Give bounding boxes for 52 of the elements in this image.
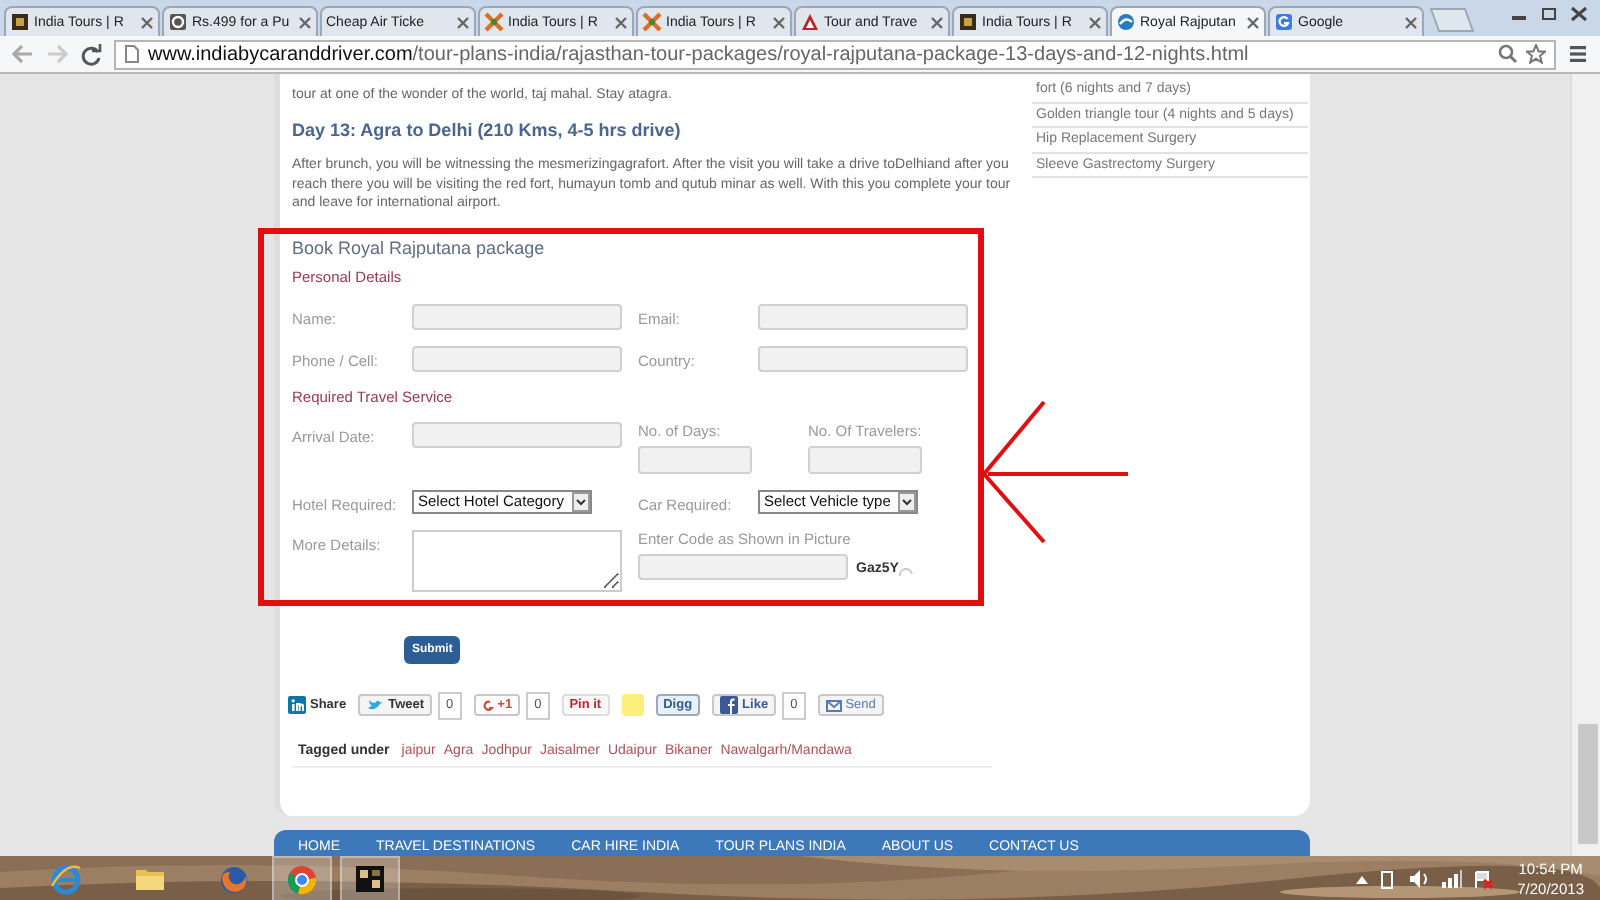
speaker-icon[interactable]: [1407, 870, 1430, 888]
favicon-icon: [1274, 12, 1294, 32]
browser-e-icon: [50, 862, 82, 896]
input-field[interactable]: [412, 345, 622, 371]
film-icon: [354, 862, 386, 896]
menu-icon[interactable]: [1568, 44, 1588, 64]
input-field[interactable]: [758, 345, 968, 371]
close-icon[interactable]: [298, 15, 312, 29]
taskbar-button[interactable]: [340, 856, 400, 900]
g-icon: [481, 697, 494, 714]
star-icon[interactable]: [1526, 44, 1546, 64]
favicon-icon: [958, 12, 978, 32]
favicon-icon: [10, 12, 30, 32]
favicon-icon: [484, 12, 504, 32]
day-heading: Day 13: Agra to Delhi (210 Kms, 4-5 hrs drive): [292, 121, 683, 140]
address-bar[interactable]: www.indiabycaranddriver.com/tour-plans-india/rajasthan-tour-packages/royal-rajputana-package-13-days-and-12-nights.html: [114, 39, 1556, 69]
close-icon[interactable]: [1570, 6, 1588, 22]
input-field[interactable]: [638, 553, 848, 579]
close-icon[interactable]: [456, 15, 470, 29]
fox-globe-icon: [218, 862, 250, 896]
input-field[interactable]: [412, 422, 622, 448]
favicon-icon: [168, 12, 188, 32]
close-icon[interactable]: [772, 15, 786, 29]
chrome-icon: [286, 862, 318, 896]
form-title: Book Royal Rajputana package: [292, 239, 547, 258]
envelope-icon: [825, 697, 842, 714]
bird-icon: [366, 696, 385, 715]
input-field[interactable]: [758, 303, 968, 329]
maximize-icon[interactable]: [1540, 6, 1558, 22]
url-text: www.indiabycaranddriver.com/tour-plans-india/rajasthan-tour-packages/royal-rajputana-package-13-days-and-12-nights.html: [148, 43, 1249, 65]
favicon-icon: [1116, 12, 1136, 32]
close-icon[interactable]: [140, 15, 154, 29]
close-icon[interactable]: [1088, 15, 1102, 29]
close-icon[interactable]: [930, 15, 944, 29]
signal-icon[interactable]: [1441, 870, 1462, 888]
flag-icon[interactable]: [1473, 869, 1494, 889]
scrollbar[interactable]: [1570, 74, 1600, 856]
device-icon[interactable]: [1379, 869, 1396, 889]
favicon-icon: [800, 12, 820, 32]
input-field[interactable]: [638, 445, 752, 473]
close-icon[interactable]: [614, 15, 628, 29]
linkedin-icon: [288, 696, 306, 715]
search-icon[interactable]: [1498, 44, 1518, 64]
input-field[interactable]: [808, 445, 922, 473]
input-field[interactable]: [412, 303, 622, 329]
scroll-thumb[interactable]: [1577, 724, 1597, 844]
reload-icon[interactable]: [80, 43, 102, 65]
favicon-icon: [642, 12, 662, 32]
close-icon[interactable]: [1246, 15, 1260, 29]
page-icon: [124, 44, 140, 64]
close-icon[interactable]: [1404, 15, 1418, 29]
facebook-icon: [720, 696, 739, 715]
